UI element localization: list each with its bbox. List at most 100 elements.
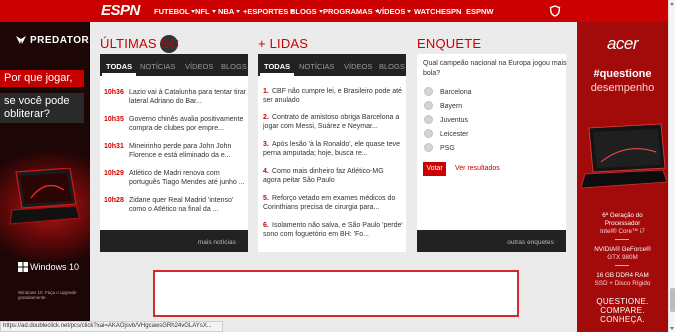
more-polls-label: outras enquetes [507, 239, 554, 246]
spec-ram-1: 16 GB DDR4 RAM [596, 272, 649, 279]
news-time: 10h31 [104, 143, 124, 150]
scroll-down-arrow[interactable] [670, 327, 674, 330]
windows10-logo: Windows 10 [18, 262, 79, 272]
espn-logo[interactable]: ESPN [101, 3, 140, 19]
ad-hashtag: #questione [593, 68, 652, 80]
list-item[interactable]: 6. Isolamento não salva, e São Paulo 'pe… [258, 221, 406, 241]
nav-item-futebol[interactable]: FUTEBOL [154, 7, 196, 16]
right-ad-banner[interactable]: acer #questione desempenho 6ª Geração do… [577, 22, 668, 332]
list-item[interactable]: 10h29 Atlético de Madri renova com portu… [100, 169, 248, 189]
ultimas-panel: TODAS NOTÍCIAS VÍDEOS BLOGS 10h36 Lazio … [100, 54, 248, 252]
poll-option-label: PSG [440, 145, 455, 152]
ad-cta: QUESTIONE. COMPARE. CONHEÇA. [577, 297, 668, 324]
nav-item-watchespn[interactable]: WATCHESPN [414, 7, 461, 16]
news-headline[interactable]: Mineirinho perde para John John Florence… [129, 142, 249, 161]
rank-headline[interactable]: Como mais dinheiro faz Atlético-MG agora… [263, 167, 403, 186]
news-headline[interactable]: Atlético de Madri renova com português T… [129, 169, 249, 188]
nav-item-videos[interactable]: VÍDEOS [377, 7, 412, 16]
tab-todas[interactable]: TODAS [259, 62, 295, 79]
cta-line: QUESTIONE. [596, 297, 649, 306]
nav-item-blogs[interactable]: BLOGS [290, 7, 323, 16]
rank-headline[interactable]: Isolamento não salva, e São Paulo 'perde… [263, 221, 403, 240]
poll-question: Qual campeão nacional na Europa jogou ma… [423, 60, 567, 77]
more-news-label: mais notícias [197, 239, 236, 246]
radio-button[interactable] [424, 101, 433, 110]
rank-headline[interactable]: CBF não cumpre lei, e Brasileiro pode at… [263, 87, 403, 106]
chevron-down-icon [236, 10, 241, 13]
tab-videos[interactable]: VÍDEOS [344, 62, 372, 71]
nav-label: NFL [195, 7, 210, 16]
results-link[interactable]: Ver resultados [455, 165, 500, 172]
tab-todas[interactable]: TODAS [101, 62, 137, 79]
vote-button[interactable]: Votar [423, 162, 446, 176]
lidas-panel: TODAS NOTÍCIAS VÍDEOS BLOGS 1. CBF não c… [258, 54, 406, 252]
lidas-tabs: TODAS NOTÍCIAS VÍDEOS BLOGS [258, 54, 406, 79]
spec-cpu-3: Intel® Core™ i7 [600, 228, 645, 235]
rank-headline[interactable]: Reforço vetado em exames médicos do Cori… [263, 194, 403, 213]
ad-fine-print: Windows 10. Faça o upgrade gratuitamente… [18, 290, 77, 300]
scroll-up-arrow[interactable] [670, 2, 674, 5]
predator-logo: PREDATOR [15, 35, 89, 46]
gaming-laptop-image [9, 168, 81, 225]
ad-slot[interactable] [153, 270, 519, 317]
radio-button[interactable] [424, 143, 433, 152]
nav-label: BLOGS [290, 7, 317, 16]
nav-label: PROGRAMAS [323, 7, 373, 16]
ultimas-title-text: ÚLTIMAS [100, 36, 157, 51]
nav-item-espnw[interactable]: ESPNW [466, 7, 494, 16]
windows10-label: Windows 10 [30, 262, 80, 272]
espn-shield-icon[interactable] [549, 5, 561, 17]
poll-option[interactable]: Bayern [424, 101, 462, 110]
browser-status-bar: https://ad.doubleclick.net/pcs/click?xai… [0, 321, 223, 332]
acer-logo: acer [606, 34, 639, 53]
news-headline[interactable]: Zidane quer Real Madrid 'intenso' como o… [129, 196, 249, 215]
cta-line: CONHEÇA. [600, 315, 645, 324]
ad-headline-2: se você pode obliterar? [0, 93, 84, 123]
ad-tagline: desempenho [590, 82, 655, 94]
poll-option-label: Leicester [440, 131, 469, 138]
scrollbar-thumb[interactable] [670, 288, 675, 312]
radio-button[interactable] [424, 129, 433, 138]
left-ad-banner[interactable]: PREDATOR Por que jogar, se você pode obli… [0, 22, 90, 332]
list-item[interactable]: 4. Como mais dinheiro faz Atlético-MG ag… [258, 167, 406, 187]
title-badge: SC [159, 35, 180, 53]
tab-blogs[interactable]: BLOGS [221, 62, 247, 71]
news-headline[interactable]: Governo chinês avalia positivamente comp… [129, 115, 249, 134]
nav-item-nba[interactable]: NBA [218, 7, 241, 16]
nav-item-nfl[interactable]: NFL [195, 7, 216, 16]
poll-option[interactable]: PSG [424, 143, 455, 152]
poll-option[interactable]: Barcelona [424, 87, 472, 96]
radio-button[interactable] [424, 87, 433, 96]
list-item[interactable]: 10h35 Governo chinês avalia positivament… [100, 115, 248, 135]
ultimas-tabs: TODAS NOTÍCIAS VÍDEOS BLOGS [100, 54, 248, 79]
news-headline[interactable]: Lazio vai à Catalunha para tentar tirar … [129, 88, 249, 107]
more-news-link[interactable]: mais notícias › [198, 239, 240, 246]
list-item[interactable]: 10h36 Lazio vai à Catalunha para tentar … [100, 88, 248, 108]
nav-label: VÍDEOS [377, 7, 406, 16]
nav-item-mais-esportes[interactable]: +ESPORTES [243, 7, 295, 16]
radio-button[interactable] [424, 115, 433, 124]
spec-cpu-1: 6ª Geração do [602, 212, 643, 219]
more-polls-link[interactable]: outras enquetes › [507, 239, 558, 246]
tab-noticias[interactable]: NOTÍCIAS [299, 62, 334, 71]
list-item[interactable]: 10h31 Mineirinho perde para John John Fl… [100, 142, 248, 162]
list-item[interactable]: 2. Contrato de amistoso obriga Barcelona… [258, 113, 406, 133]
nav-item-programas[interactable]: PROGRAMAS [323, 7, 379, 16]
news-time: 10h29 [104, 170, 124, 177]
list-item[interactable]: 3. Após lesão 'à la Ronaldo', ele quase … [258, 140, 406, 160]
tab-videos[interactable]: VÍDEOS [185, 62, 213, 71]
badge-text: SC [160, 36, 180, 51]
tab-noticias[interactable]: NOTÍCIAS [140, 62, 175, 71]
poll-option[interactable]: Leicester [424, 129, 468, 138]
list-item[interactable]: 10h28 Zidane quer Real Madrid 'intenso' … [100, 196, 248, 216]
spec-gpu-2: GTX 980M [607, 254, 638, 261]
rank-headline[interactable]: Contrato de amistoso obriga Barcelona a … [263, 113, 403, 132]
page-scrollbar[interactable] [668, 0, 675, 332]
rank-headline[interactable]: Após lesão 'à la Ronaldo', ele quase tev… [263, 140, 403, 159]
tab-blogs[interactable]: BLOGS [379, 62, 405, 71]
poll-option[interactable]: Juventus [424, 115, 468, 124]
lidas-title: + LIDAS [258, 36, 309, 51]
spec-cpu-2: Processador [604, 220, 641, 227]
list-item[interactable]: 5. Reforço vetado em exames médicos do C… [258, 194, 406, 214]
list-item[interactable]: 1. CBF não cumpre lei, e Brasileiro pode… [258, 87, 406, 107]
